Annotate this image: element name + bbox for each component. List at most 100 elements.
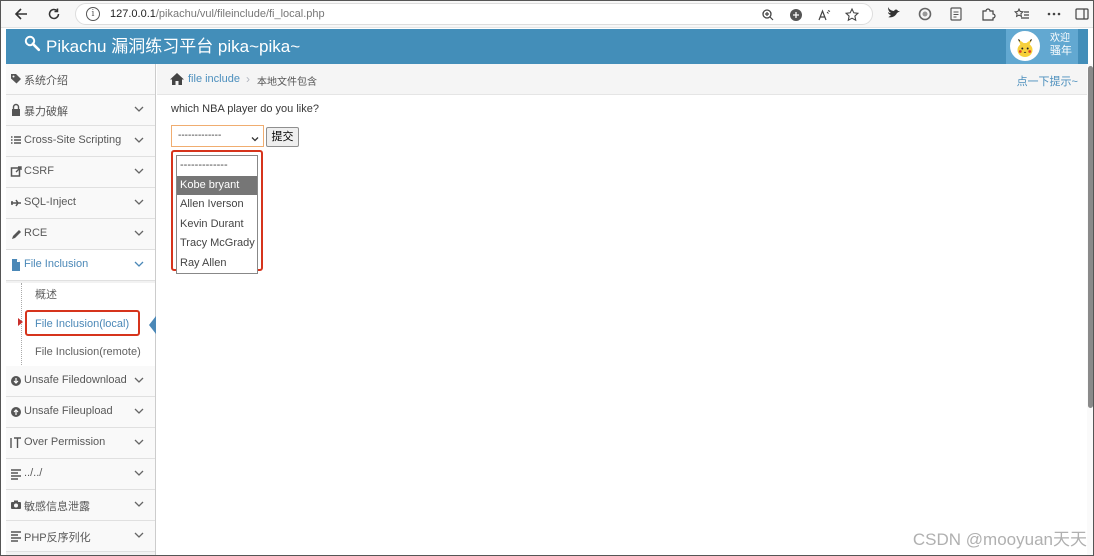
lock-icon: [10, 103, 22, 117]
player-select[interactable]: -------------: [171, 125, 264, 147]
sidebar-item-label: 敏感信息泄露: [24, 501, 90, 513]
sidebar-item-over-permission[interactable]: Over Permission: [6, 428, 155, 459]
hint-link[interactable]: 点一下提示~: [1017, 73, 1078, 89]
record-extension-icon[interactable]: [916, 5, 934, 23]
sidebar: 系统介绍 暴力破解 Cross-Site Scripting CSRF SQL-…: [6, 64, 156, 555]
sidebar-item-php-unserialize[interactable]: PHP反序列化: [6, 521, 155, 552]
breadcrumb-separator: ›: [246, 72, 250, 86]
sidebar-item-file-inclusion[interactable]: File Inclusion: [6, 250, 155, 281]
welcome-label: 欢迎: [1050, 33, 1070, 44]
page-scrollbar[interactable]: [1087, 64, 1093, 555]
option-ray-allen[interactable]: Ray Allen: [177, 254, 257, 274]
file-icon: [10, 258, 22, 272]
zoom-icon[interactable]: [760, 7, 776, 23]
submenu-item-file-inclusion-remote[interactable]: File Inclusion(remote): [35, 342, 141, 362]
chevron-down-icon: [133, 102, 145, 116]
sidebar-item-intro[interactable]: 系统介绍: [6, 64, 155, 95]
reload-icon[interactable]: [43, 4, 65, 24]
read-aloud-icon[interactable]: [816, 7, 832, 23]
option-kevin-durant[interactable]: Kevin Durant: [177, 215, 257, 235]
sidebar-item-label: PHP反序列化: [24, 532, 91, 544]
chevron-down-icon: [133, 226, 145, 240]
active-item-pointer: [149, 316, 156, 334]
site-info-icon[interactable]: i: [86, 7, 100, 21]
site-header: Pikachu 漏洞练习平台 pika~pika~ 欢迎 骚年: [6, 29, 1088, 64]
breadcrumb-current: 本地文件包含: [257, 77, 317, 88]
option-placeholder[interactable]: -------------: [177, 156, 257, 176]
submit-button[interactable]: 提交: [266, 127, 299, 147]
puzzle-extension-icon[interactable]: [979, 5, 997, 23]
welcome-text: 欢迎 骚年: [1050, 32, 1072, 58]
more-icon[interactable]: [1045, 5, 1063, 23]
address-bar[interactable]: i 127.0.0.1/pikachu/vul/fileinclude/fi_l…: [75, 3, 873, 25]
browser-toolbar: i 127.0.0.1/pikachu/vul/fileinclude/fi_l…: [1, 1, 1093, 28]
sidebar-item-xss[interactable]: Cross-Site Scripting: [6, 126, 155, 157]
sidebar-item-label: Unsafe Filedownload: [24, 374, 127, 386]
chevron-down-icon: [133, 133, 145, 147]
chevron-down-icon: [133, 195, 145, 209]
sidebar-item-label: Unsafe Fileupload: [24, 405, 113, 417]
text-icon: [10, 436, 22, 450]
screenshot-frame: i 127.0.0.1/pikachu/vul/fileinclude/fi_l…: [0, 0, 1094, 556]
sidebar-item-directory-traversal[interactable]: ../../: [6, 459, 155, 490]
user-menu[interactable]: 欢迎 骚年: [1006, 29, 1078, 64]
bird-extension-icon[interactable]: [885, 5, 903, 23]
sidebar-item-label: ../../: [24, 467, 43, 479]
select-dropdown-list: ------------- Kobe bryant Allen Iverson …: [176, 155, 258, 274]
question-label: which NBA player do you like?: [171, 103, 319, 115]
document-icon[interactable]: [947, 5, 965, 23]
pencil-icon: [10, 227, 22, 241]
wrench-icon: [24, 35, 42, 58]
submenu-item-overview[interactable]: 概述: [35, 285, 57, 305]
url-host: 127.0.0.1: [110, 8, 156, 20]
chevron-down-icon: [251, 132, 259, 142]
favorite-star-icon[interactable]: [844, 7, 860, 23]
watermark: CSDN @mooyuan天天: [912, 530, 1087, 549]
translate-icon[interactable]: [788, 7, 804, 23]
align-left-icon: [10, 529, 22, 543]
sidebar-item-csrf[interactable]: CSRF: [6, 157, 155, 188]
upload-icon: [10, 405, 22, 419]
caret-right-icon: [18, 318, 23, 326]
chevron-down-icon: [133, 164, 145, 178]
sidebar-item-label: File Inclusion: [24, 258, 89, 270]
align-left-icon: [10, 467, 22, 481]
option-tracy-mcgrady[interactable]: Tracy McGrady: [177, 234, 257, 254]
home-icon[interactable]: [169, 72, 185, 86]
sidebar-item-label: CSRF: [24, 165, 54, 177]
site-title[interactable]: Pikachu 漏洞练习平台 pika~pika~: [24, 35, 300, 58]
chevron-down-icon: [133, 373, 145, 387]
sidebar-item-label: RCE: [24, 227, 48, 239]
sidebar-item-info-leak[interactable]: 敏感信息泄露: [6, 490, 155, 521]
breadcrumb-link-file-include[interactable]: file include: [188, 73, 240, 85]
scrollbar-thumb[interactable]: [1088, 66, 1093, 408]
chevron-down-icon: [133, 466, 145, 480]
back-icon[interactable]: [11, 4, 33, 24]
highlight-box-active-item: [25, 310, 140, 336]
avatar: [1010, 31, 1040, 61]
list-icon: [10, 134, 22, 148]
chevron-down-icon: [133, 497, 145, 511]
sidebar-toggle-icon[interactable]: [1073, 5, 1091, 23]
chevron-down-icon: [133, 257, 145, 271]
option-allen-iverson[interactable]: Allen Iverson: [177, 195, 257, 215]
favorites-icon[interactable]: [1013, 5, 1031, 23]
select-dropdown-highlight: ------------- Kobe bryant Allen Iverson …: [171, 150, 263, 274]
option-kobe-bryant[interactable]: Kobe bryant: [177, 175, 257, 195]
chevron-down-icon: [133, 528, 145, 542]
username: 骚年: [1050, 45, 1072, 57]
sidebar-item-label: Cross-Site Scripting: [24, 134, 122, 146]
url-text[interactable]: 127.0.0.1/pikachu/vul/fileinclude/fi_loc…: [110, 8, 325, 20]
chevron-down-icon: [133, 435, 145, 449]
sidebar-item-unsafe-filedownload[interactable]: Unsafe Filedownload: [6, 366, 155, 397]
plane-icon: [10, 196, 22, 210]
sidebar-item-brute-force[interactable]: 暴力破解: [6, 95, 155, 126]
tag-icon: [10, 72, 22, 86]
submenu-guide-line: [21, 283, 22, 369]
download-icon: [10, 374, 22, 388]
sidebar-item-rce[interactable]: RCE: [6, 219, 155, 250]
select-value: -------------: [178, 130, 222, 141]
sidebar-item-unsafe-fileupload[interactable]: Unsafe Fileupload: [6, 397, 155, 428]
sidebar-item-sql-inject[interactable]: SQL-Inject: [6, 188, 155, 219]
site-title-text: Pikachu 漏洞练习平台 pika~pika~: [46, 37, 301, 56]
